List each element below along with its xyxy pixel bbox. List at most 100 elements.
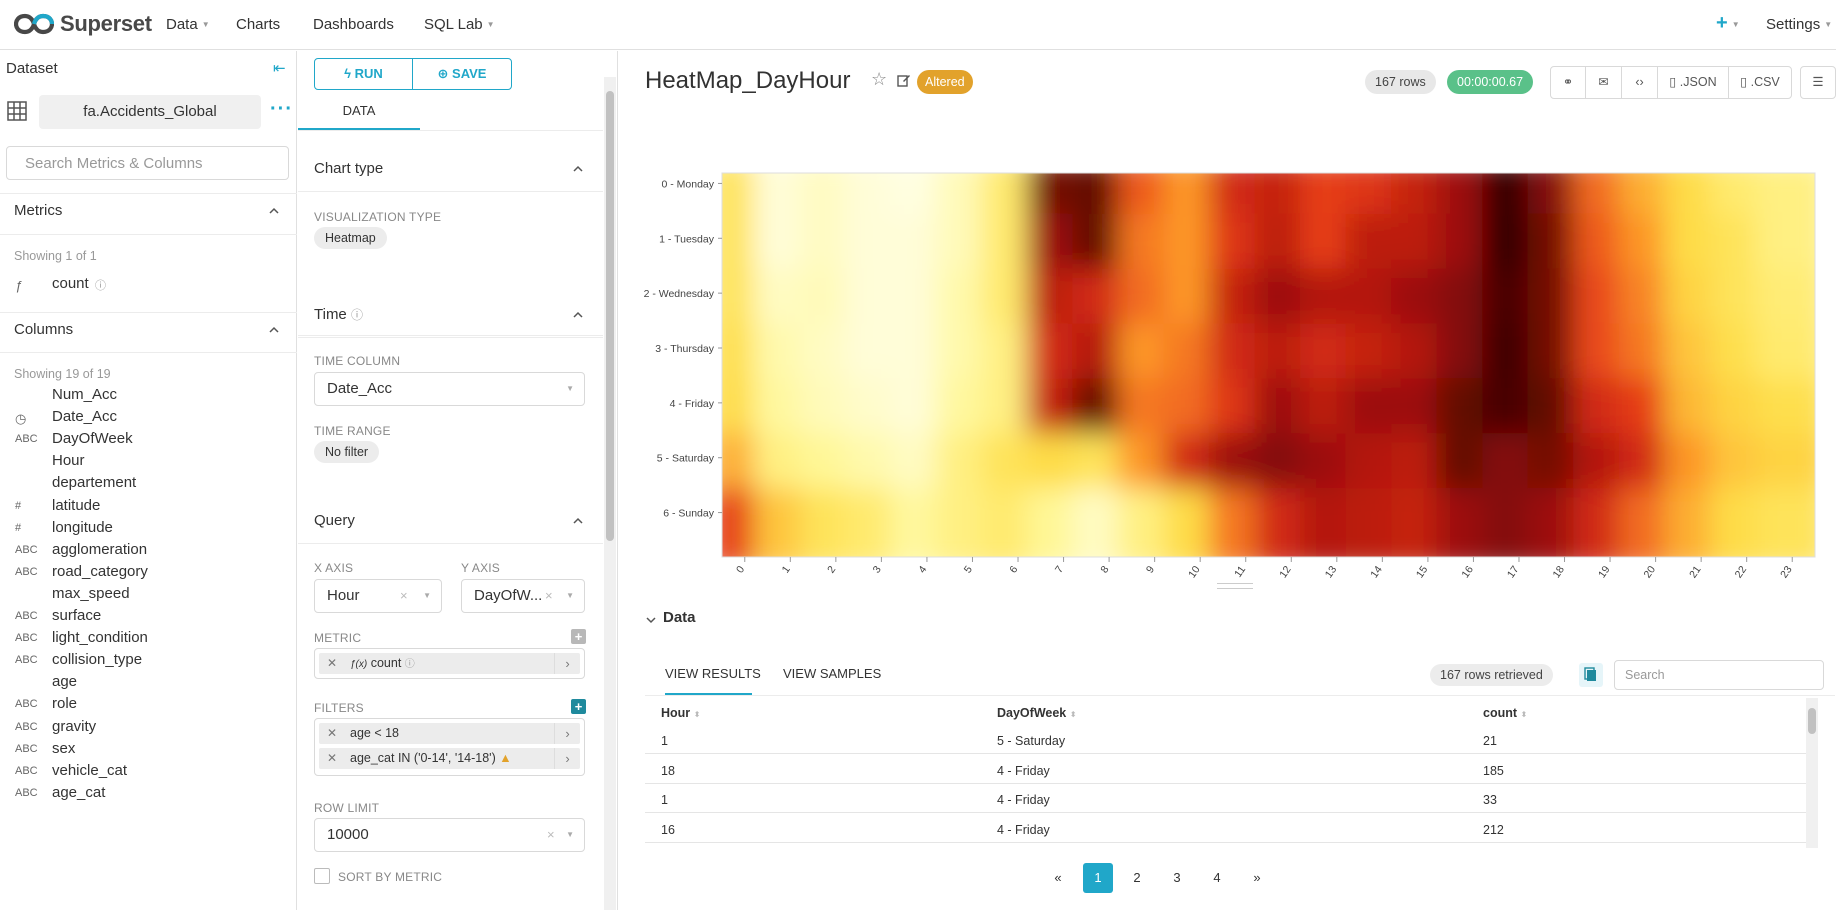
metrics-header[interactable]: Metrics bbox=[14, 202, 62, 219]
remove-icon[interactable]: ✕ bbox=[327, 653, 337, 674]
chevron-up-icon[interactable] bbox=[572, 515, 584, 527]
column-item[interactable]: age bbox=[0, 673, 297, 693]
run-button[interactable]: ϟ RUN bbox=[314, 58, 413, 90]
chevron-right-icon[interactable]: › bbox=[554, 723, 580, 744]
y-axis-select[interactable]: DayOfW... × ▼ bbox=[461, 579, 585, 613]
remove-icon[interactable]: ✕ bbox=[327, 723, 337, 744]
export-json-button[interactable]: ▯ .JSON bbox=[1657, 66, 1729, 99]
time-range-selector[interactable]: No filter bbox=[314, 441, 380, 463]
nav-data-menu[interactable]: Data ▼ bbox=[166, 16, 210, 33]
star-icon[interactable]: ☆ bbox=[871, 69, 887, 90]
x-axis-select[interactable]: Hour × ▼ bbox=[314, 579, 442, 613]
add-filter-button[interactable]: + bbox=[571, 699, 586, 714]
resize-handle[interactable] bbox=[1217, 583, 1253, 589]
remove-icon[interactable]: ✕ bbox=[327, 748, 337, 769]
nav-charts[interactable]: Charts bbox=[236, 16, 280, 33]
nav-dashboards[interactable]: Dashboards bbox=[313, 16, 394, 33]
x-tick-label: 12 bbox=[1277, 564, 1294, 581]
collapse-panel-icon[interactable]: ⇤ bbox=[273, 59, 286, 77]
edit-icon[interactable] bbox=[897, 73, 911, 87]
chevron-right-icon[interactable]: › bbox=[554, 748, 580, 769]
chart-title[interactable]: HeatMap_DayHour bbox=[645, 67, 850, 95]
copy-to-clipboard-button[interactable] bbox=[1579, 663, 1603, 687]
pagination-page[interactable]: 2 bbox=[1122, 863, 1152, 893]
clear-icon[interactable]: × bbox=[400, 580, 408, 612]
new-plus-menu[interactable]: + ▼ bbox=[1716, 12, 1740, 35]
more-menu-button[interactable]: ☰ bbox=[1800, 66, 1836, 99]
dataset-name[interactable]: fa.Accidents_Global bbox=[39, 95, 261, 129]
tab-view-results[interactable]: VIEW RESULTS bbox=[665, 666, 761, 681]
nav-sql-lab-menu[interactable]: SQL Lab ▼ bbox=[424, 16, 495, 33]
table-scrollbar[interactable] bbox=[1806, 698, 1818, 848]
share-link-button[interactable]: ⚭ bbox=[1550, 66, 1586, 99]
chevron-up-icon[interactable] bbox=[268, 205, 280, 217]
scrollbar-thumb[interactable] bbox=[606, 91, 614, 541]
column-item[interactable]: ABC collision_type bbox=[0, 651, 297, 671]
column-header-count[interactable]: count ⬍ bbox=[1483, 706, 1527, 720]
chevron-down-icon[interactable] bbox=[645, 614, 657, 626]
column-item[interactable]: ABC sex bbox=[0, 740, 297, 760]
pagination-page[interactable]: 4 bbox=[1202, 863, 1232, 893]
column-item[interactable]: ABC gravity bbox=[0, 718, 297, 738]
save-button[interactable]: ⊕ SAVE bbox=[412, 58, 512, 90]
filter-chip[interactable]: ✕ age_cat IN ('0-14', '14-18') ▲ › bbox=[319, 748, 580, 769]
column-item[interactable]: ABC road_category bbox=[0, 563, 297, 583]
embed-code-button[interactable]: ‹› bbox=[1621, 66, 1658, 99]
row-limit-select[interactable]: 10000 × ▼ bbox=[314, 818, 585, 852]
altered-badge[interactable]: Altered bbox=[917, 70, 973, 94]
share-email-button[interactable]: ✉ bbox=[1585, 66, 1622, 99]
divider bbox=[0, 352, 297, 353]
column-item[interactable]: # longitude bbox=[0, 519, 297, 539]
data-pane-header[interactable]: Data bbox=[663, 609, 696, 626]
time-header[interactable]: Time ⓘ bbox=[314, 306, 363, 323]
pagination-page[interactable]: 1 bbox=[1083, 863, 1113, 893]
add-metric-button[interactable]: + bbox=[571, 629, 586, 644]
metric-chip[interactable]: ✕ ƒ(x) count ⓘ › bbox=[319, 653, 580, 674]
superset-logo[interactable]: Superset bbox=[14, 11, 152, 37]
column-item[interactable]: Hour bbox=[0, 452, 297, 472]
column-item[interactable]: ABC light_condition bbox=[0, 629, 297, 649]
data-search-input[interactable] bbox=[1614, 660, 1824, 690]
column-header-dayofweek[interactable]: DayOfWeek ⬍ bbox=[997, 706, 1076, 720]
column-item[interactable]: # latitude bbox=[0, 497, 297, 517]
column-item[interactable]: ABC DayOfWeek bbox=[0, 430, 297, 450]
numeric-icon: # bbox=[15, 499, 22, 512]
column-item[interactable]: max_speed bbox=[0, 585, 297, 605]
chevron-up-icon[interactable] bbox=[572, 309, 584, 321]
scrollbar-thumb[interactable] bbox=[1808, 708, 1816, 734]
column-item[interactable]: ABC role bbox=[0, 695, 297, 715]
column-item[interactable]: ◷ Date_Acc bbox=[0, 408, 297, 428]
search-metrics-columns-input[interactable] bbox=[6, 146, 289, 180]
export-csv-button[interactable]: ▯ .CSV bbox=[1728, 66, 1792, 99]
columns-header[interactable]: Columns bbox=[14, 321, 73, 338]
metric-item[interactable]: ƒ count ⓘ bbox=[0, 275, 297, 295]
tab-view-samples[interactable]: VIEW SAMPLES bbox=[783, 666, 881, 681]
clear-icon[interactable]: × bbox=[545, 580, 553, 612]
chart-type-header[interactable]: Chart type bbox=[314, 160, 383, 177]
column-item[interactable]: Num_Acc bbox=[0, 386, 297, 406]
column-item[interactable]: ABC vehicle_cat bbox=[0, 762, 297, 782]
tab-data[interactable]: DATA bbox=[298, 100, 420, 130]
chevron-up-icon[interactable] bbox=[268, 324, 280, 336]
pagination-prev[interactable]: « bbox=[1043, 863, 1073, 893]
settings-menu[interactable]: Settings ▼ bbox=[1766, 16, 1832, 33]
control-panel-scrollbar[interactable] bbox=[604, 77, 616, 910]
more-options-icon[interactable]: ··· bbox=[270, 98, 293, 121]
y-tick-label: 1 - Tuesday bbox=[659, 233, 715, 245]
column-item[interactable]: ABC agglomeration bbox=[0, 541, 297, 561]
column-item[interactable]: ABC age_cat bbox=[0, 784, 297, 804]
pagination-next[interactable]: » bbox=[1242, 863, 1272, 893]
column-header-hour[interactable]: Hour ⬍ bbox=[661, 706, 700, 720]
clear-icon[interactable]: × bbox=[547, 819, 555, 851]
x-tick-label: 3 bbox=[871, 564, 884, 576]
time-column-select[interactable]: Date_Acc ▼ bbox=[314, 372, 585, 406]
chevron-up-icon[interactable] bbox=[572, 163, 584, 175]
visualization-type-selector[interactable]: Heatmap bbox=[314, 227, 387, 249]
query-header[interactable]: Query bbox=[314, 512, 355, 529]
chevron-right-icon[interactable]: › bbox=[554, 653, 580, 674]
pagination-page[interactable]: 3 bbox=[1162, 863, 1192, 893]
column-item[interactable]: departement bbox=[0, 474, 297, 494]
filter-chip[interactable]: ✕ age < 18 › bbox=[319, 723, 580, 744]
sort-by-metric-checkbox[interactable] bbox=[314, 868, 330, 884]
column-item[interactable]: ABC surface bbox=[0, 607, 297, 627]
